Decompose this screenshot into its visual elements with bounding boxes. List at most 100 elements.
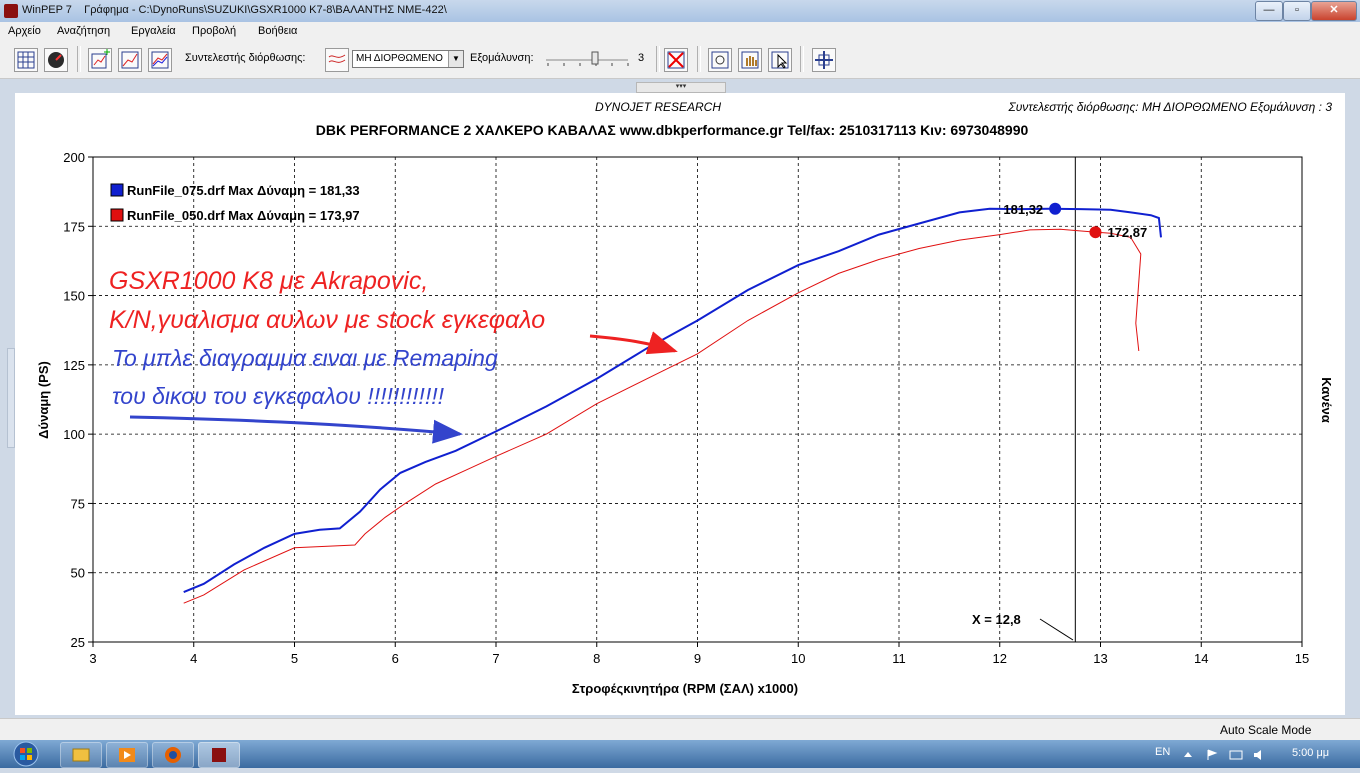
overlay-graph-button[interactable] (148, 48, 172, 72)
peak-value-label: 181,32 (1003, 202, 1043, 217)
menu-search[interactable]: Αναζήτηση (57, 25, 110, 37)
close-button[interactable]: ✕ (1311, 1, 1357, 21)
window-title: WinPEP 7 Γράφημα - C:\DynoRuns\SUZUKI\GS… (22, 4, 447, 16)
grid-view-button[interactable] (14, 48, 38, 72)
toolbar-separator (697, 46, 701, 72)
y-tick-label: 175 (63, 219, 85, 234)
menu-file[interactable]: Αρχείο (8, 25, 41, 37)
x-tick-label: 15 (1295, 651, 1309, 666)
legend-series-1: RunFile_075.drf Max Δύναμη = 181,33 (127, 183, 360, 198)
graph-view-button[interactable] (118, 48, 142, 72)
start-button[interactable] (8, 740, 44, 768)
wave-graph-icon (328, 54, 346, 63)
volume-icon (1254, 750, 1261, 760)
clock[interactable]: 5:00 μμ (1292, 747, 1329, 759)
toolbar-separator (656, 46, 660, 72)
maximize-button[interactable]: ▫ (1283, 1, 1311, 21)
layout-button[interactable] (812, 48, 836, 72)
gauge-button[interactable] (44, 48, 68, 72)
annotation-red-line2: K/N,γυαλισμα αυλων με stock εγκεφαλο (109, 306, 545, 334)
graph-add-icon (91, 49, 110, 69)
smoothing-label: Εξομάλυνση: (470, 52, 534, 64)
legend-swatch-blue (110, 183, 124, 197)
x-tick-label: 5 (291, 651, 298, 666)
chart-title: DBK PERFORMANCE 2 ΧΑΛΚΕΡΟ ΚΑΒΑΛΑΣ www.db… (316, 122, 1029, 138)
x-tick-label: 6 (392, 651, 399, 666)
x-tick-label: 9 (694, 651, 701, 666)
menu-view[interactable]: Προβολή (192, 25, 236, 37)
graph-delete-icon (667, 51, 685, 69)
minimize-button[interactable]: — (1255, 1, 1283, 21)
x-tick-label: 12 (993, 651, 1007, 666)
menu-bar: Αρχείο Αναζήτηση Εργαλεία Προβολή Βοήθει… (0, 22, 1360, 40)
x-axis-label: Στροφέςκινητήρα (RPM (ΣΑΛ) x1000) (572, 681, 798, 696)
correction-button[interactable] (325, 48, 349, 72)
title-bar: WinPEP 7 Γράφημα - C:\DynoRuns\SUZUKI\GS… (0, 0, 1360, 22)
smoothing-slider[interactable] (542, 46, 632, 70)
annotation-red-line1: GSXR1000 K8 με Akrapovic, (109, 267, 428, 295)
taskbar-winpep[interactable] (198, 742, 240, 768)
annotation-blue-line2: του δικου του εγκεφαλου !!!!!!!!!!!! (112, 383, 445, 409)
chart-panel: DYNOJET RESEARCH Συντελεστής διόρθωσης: … (15, 93, 1345, 715)
chevron-down-icon[interactable]: ▼ (448, 51, 463, 67)
x-tick-label: 7 (492, 651, 499, 666)
line-graph-icon (121, 51, 139, 69)
y-tick-label: 150 (63, 289, 85, 304)
peak-value-label: 172,87 (1107, 225, 1147, 240)
taskbar-firefox[interactable] (152, 742, 194, 768)
y-axis-label: Δύναμη (PS) (36, 361, 51, 439)
new-graph-button[interactable] (88, 48, 112, 72)
x-tick-label: 14 (1194, 651, 1208, 666)
language-indicator[interactable]: EN (1155, 746, 1170, 758)
menu-help[interactable]: Βοήθεια (258, 25, 297, 37)
x-tick-label: 3 (89, 651, 96, 666)
correction-info: Συντελεστής διόρθωσης: ΜΗ ΔΙΟΡΘΩΜΕΝΟ Εξο… (1008, 100, 1333, 114)
network-icon (1229, 750, 1243, 760)
hand-icon (741, 51, 759, 69)
peak-marker[interactable] (1049, 202, 1062, 215)
y-tick-label: 100 (63, 427, 85, 442)
side-panel-handle[interactable] (7, 348, 15, 448)
cursor-label: X = 12,8 (972, 612, 1021, 627)
correction-select-value: ΜΗ ΔΙΟΡΘΩΜΕΝΟ (356, 53, 443, 64)
toolbar-separator (800, 46, 804, 72)
grid-icon (17, 51, 35, 69)
pan-button[interactable] (738, 48, 762, 72)
legend-swatch-red (110, 208, 124, 222)
y-tick-label: 75 (71, 496, 85, 511)
y-tick-label: 50 (71, 566, 85, 581)
cursor-button[interactable] (768, 48, 792, 72)
folder-icon (72, 748, 90, 762)
app-icon (4, 4, 18, 18)
dyno-chart: DYNOJET RESEARCH Συντελεστής διόρθωσης: … (36, 100, 1334, 696)
brand-label: DYNOJET RESEARCH (595, 100, 721, 114)
firefox-icon (165, 747, 181, 763)
correction-select[interactable]: ΜΗ ΔΙΟΡΘΩΜΕΝΟ ▼ (352, 50, 464, 68)
smoothing-value: 3 (638, 52, 645, 64)
y-tick-label: 125 (63, 358, 85, 373)
annotation-blue-line1: Το μπλε διαγραμμα ειναι με Remaping (112, 345, 498, 371)
show-hidden-icons-icon (1184, 752, 1192, 757)
zoom-button[interactable] (708, 48, 732, 72)
correction-label: Συντελεστής διόρθωσης: (185, 52, 306, 64)
zoom-icon (711, 51, 729, 69)
media-play-icon (119, 748, 135, 762)
x-tick-label: 8 (593, 651, 600, 666)
y-tick-label: 25 (71, 635, 85, 650)
taskbar-media-player[interactable] (106, 742, 148, 768)
x-tick-label: 11 (892, 651, 906, 666)
toolbar: Συντελεστής διόρθωσης: ΜΗ ΔΙΟΡΘΩΜΕΝΟ ▼ Ε… (0, 40, 1360, 79)
clear-graph-button[interactable] (664, 48, 688, 72)
status-bar: Auto Scale Mode (0, 718, 1360, 741)
peak-marker[interactable] (1089, 226, 1102, 239)
legend-series-2: RunFile_050.drf Max Δύναμη = 173,97 (127, 208, 360, 223)
panel-collapse-handle[interactable]: ▾▾▾ (636, 82, 726, 93)
tray-icons (1184, 749, 1261, 760)
slider-track-icon (546, 51, 629, 66)
taskbar-explorer[interactable] (60, 742, 102, 768)
arrows-icon (815, 51, 833, 69)
overlay-graph-icon (151, 51, 169, 69)
menu-tools[interactable]: Εργαλεία (131, 25, 176, 37)
x-tick-label: 13 (1093, 651, 1107, 666)
x-tick-label: 4 (190, 651, 197, 666)
